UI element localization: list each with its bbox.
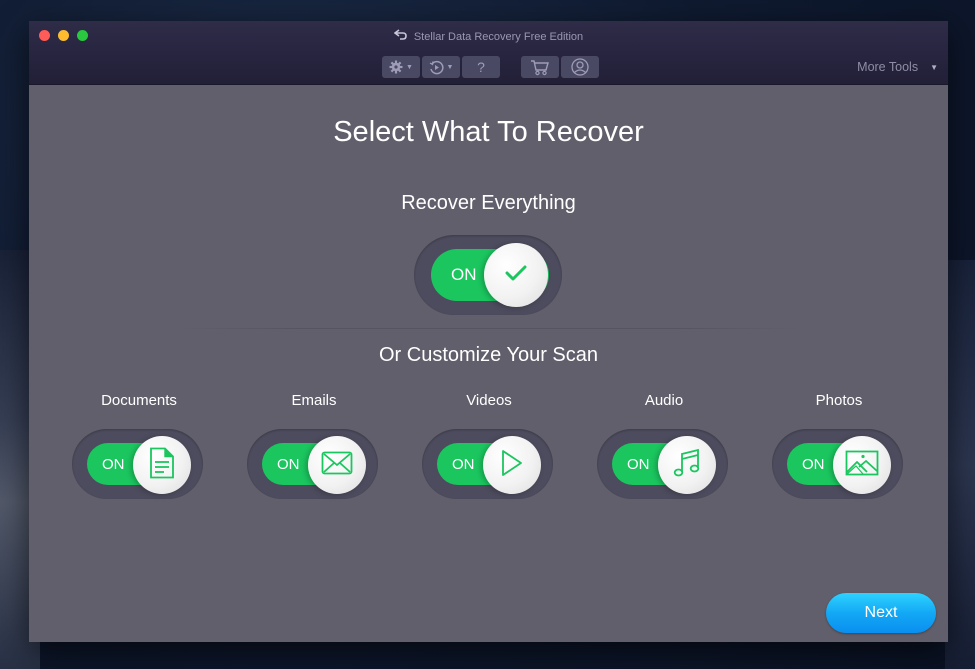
- settings-button[interactable]: ▼: [382, 56, 420, 78]
- back-arrow-icon: [393, 29, 408, 44]
- toggle-state-label: ON: [627, 456, 650, 473]
- image-icon: [845, 450, 879, 481]
- cart-button[interactable]: [521, 56, 559, 78]
- toggle-state-label: ON: [277, 456, 300, 473]
- check-icon: [504, 264, 528, 287]
- title-bar: Stellar Data Recovery Free Edition ▼ ▼ ?: [29, 21, 948, 85]
- videos-toggle[interactable]: ON: [422, 429, 553, 499]
- play-icon: [500, 449, 524, 482]
- main-content: Select What To Recover Recover Everythin…: [29, 85, 948, 642]
- gear-icon: [389, 60, 403, 74]
- toggle-on-indicator: ON: [787, 436, 891, 494]
- chevron-down-icon: ▼: [446, 63, 454, 71]
- window-title-text: Stellar Data Recovery Free Edition: [413, 30, 584, 43]
- toggle-on-indicator: ON: [87, 436, 191, 494]
- help-button[interactable]: ?: [462, 56, 500, 78]
- toggle-state-label: ON: [802, 456, 825, 473]
- desktop-background-right: [945, 260, 975, 669]
- category-label: Audio: [644, 392, 684, 409]
- more-tools-dropdown[interactable]: More Tools ▼: [857, 60, 938, 74]
- envelope-icon: [321, 451, 353, 480]
- toggle-knob[interactable]: [483, 436, 541, 494]
- customize-scan-label: Or Customize Your Scan: [379, 344, 598, 366]
- chevron-down-icon: ▼: [406, 63, 413, 71]
- toggle-knob[interactable]: [133, 436, 191, 494]
- toggle-on-indicator: ON: [612, 436, 716, 494]
- next-button[interactable]: Next: [826, 593, 936, 633]
- question-icon: ?: [477, 59, 485, 75]
- photos-toggle[interactable]: ON: [772, 429, 903, 499]
- history-button[interactable]: ▼: [422, 56, 460, 78]
- section-divider: [179, 328, 799, 329]
- toggle-knob[interactable]: [484, 243, 548, 307]
- document-icon: [149, 447, 175, 484]
- account-button[interactable]: [561, 56, 599, 78]
- chevron-down-icon: ▼: [930, 62, 938, 72]
- toggle-on-indicator: ON: [262, 436, 366, 494]
- category-label: Documents: [101, 392, 177, 409]
- more-tools-label: More Tools: [857, 60, 919, 74]
- category-label: Videos: [466, 392, 512, 409]
- emails-toggle[interactable]: ON: [247, 429, 378, 499]
- category-label: Emails: [291, 392, 337, 409]
- page-title: Select What To Recover: [333, 116, 644, 148]
- audio-toggle[interactable]: ON: [597, 429, 728, 499]
- toggle-state-label: ON: [102, 456, 125, 473]
- toggle-knob[interactable]: [308, 436, 366, 494]
- user-icon: [571, 58, 589, 76]
- toggle-knob[interactable]: [833, 436, 891, 494]
- cart-icon: [530, 59, 550, 76]
- recover-everything-label: Recover Everything: [401, 192, 576, 214]
- history-icon: [429, 60, 444, 75]
- toggle-on-indicator: ON: [437, 436, 541, 494]
- toggle-on-indicator: ON: [431, 243, 549, 307]
- documents-toggle[interactable]: ON: [72, 429, 203, 499]
- category-label: Photos: [815, 392, 863, 409]
- music-note-icon: [673, 448, 701, 483]
- toggle-state-label: ON: [452, 456, 475, 473]
- recover-everything-toggle[interactable]: ON: [414, 235, 562, 315]
- toggle-knob[interactable]: [658, 436, 716, 494]
- app-window: Stellar Data Recovery Free Edition ▼ ▼ ?: [29, 21, 948, 642]
- toolbar: ▼ ▼ ?: [382, 56, 599, 78]
- window-title: Stellar Data Recovery Free Edition: [29, 29, 948, 44]
- toggle-state-label: ON: [451, 265, 477, 284]
